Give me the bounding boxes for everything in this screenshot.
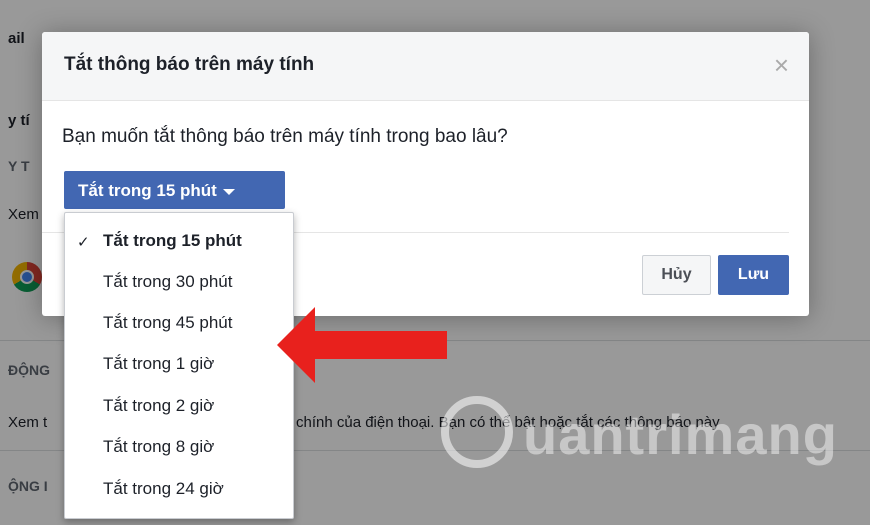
watermark-logo-icon [441, 396, 513, 468]
duration-dropdown-button[interactable]: Tắt trong 15 phút [64, 171, 285, 209]
menu-item-1-hour[interactable]: Tắt trong 1 giờ [65, 344, 293, 384]
dialog-question: Bạn muốn tắt thông báo trên máy tính tro… [62, 126, 508, 147]
menu-item-2-hours[interactable]: Tắt trong 2 giờ [65, 386, 293, 426]
red-arrow-icon [277, 307, 447, 383]
menu-item-45-minutes[interactable]: Tắt trong 45 phút [65, 303, 293, 343]
menu-item-8-hours[interactable]: Tắt trong 8 giờ [65, 427, 293, 467]
caret-down-icon [222, 188, 235, 195]
menu-item-label: Tắt trong 24 giờ [103, 479, 224, 498]
checkmark-icon: ✓ [77, 234, 90, 251]
menu-item-30-minutes[interactable]: Tắt trong 30 phút [65, 262, 293, 302]
dialog-header: Tắt thông báo trên máy tính × [42, 32, 809, 101]
watermark-text: uantrimang [523, 403, 838, 466]
cancel-button[interactable]: Hủy [642, 255, 711, 295]
menu-item-label: Tắt trong 2 giờ [103, 396, 215, 415]
save-button[interactable]: Lưu [718, 255, 789, 295]
menu-item-label: Tắt trong 30 phút [103, 272, 233, 291]
menu-item-15-minutes[interactable]: ✓ Tắt trong 15 phút [65, 221, 293, 261]
dropdown-selected-label: Tắt trong 15 phút [78, 181, 217, 200]
dialog-title: Tắt thông báo trên máy tính [64, 54, 315, 75]
menu-item-label: Tắt trong 8 giờ [103, 437, 215, 456]
watermark: uantrimang [437, 388, 837, 480]
close-icon[interactable]: × [774, 52, 789, 78]
menu-item-24-hours[interactable]: Tắt trong 24 giờ [65, 469, 293, 509]
arrow-shape [277, 307, 447, 383]
duration-dropdown-menu: ✓ Tắt trong 15 phút Tắt trong 30 phút Tắ… [64, 212, 294, 519]
menu-item-label: Tắt trong 45 phút [103, 313, 233, 332]
menu-item-label: Tắt trong 1 giờ [103, 354, 215, 373]
menu-item-label: Tắt trong 15 phút [103, 231, 242, 250]
